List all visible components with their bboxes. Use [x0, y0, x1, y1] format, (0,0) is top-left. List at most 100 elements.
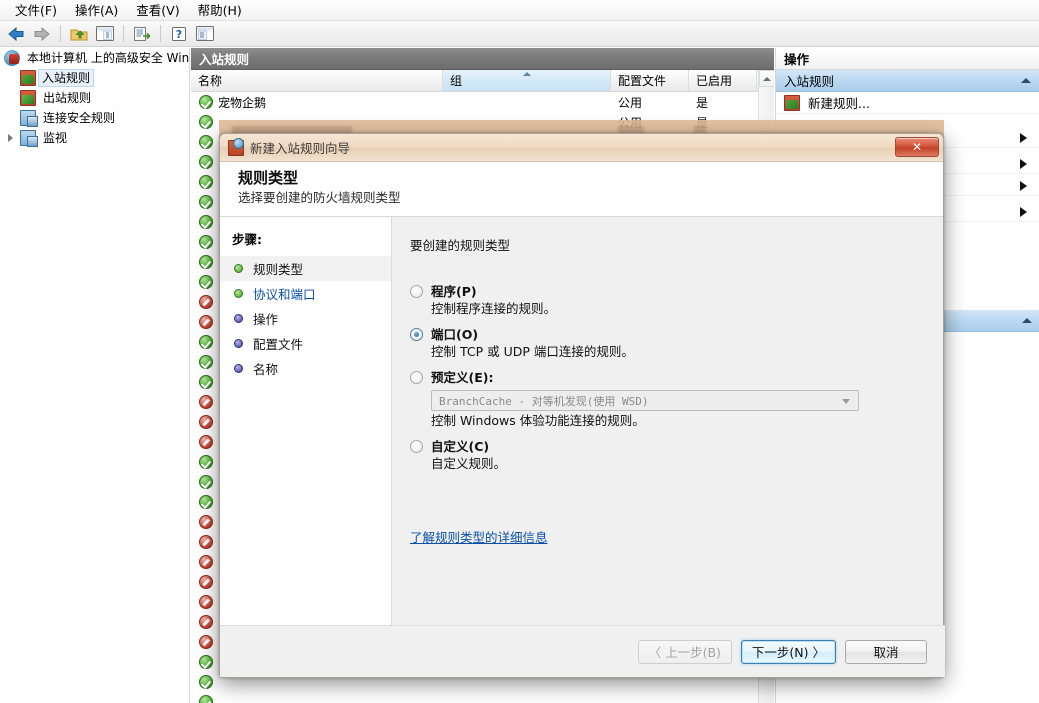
actions-pane-title: 操作	[776, 48, 1039, 70]
forward-arrow-icon[interactable]	[30, 23, 54, 45]
block-rule-icon	[199, 635, 213, 649]
column-header-profile[interactable]: 配置文件	[611, 70, 689, 91]
step-bullet-icon	[234, 339, 243, 348]
sidebar-item-monitoring[interactable]: 监视	[0, 128, 189, 148]
sidebar-item-connection-security-rules[interactable]: 连接安全规则	[0, 108, 189, 128]
rule-type-option-port[interactable]: 端口(O) 控制 TCP 或 UDP 端口连接的规则。	[410, 327, 923, 360]
wizard-content-pane: 要创建的规则类型 程序(P) 控制程序连接的规则。 端口(O) 控制 TCP 或…	[392, 217, 943, 677]
table-row[interactable]	[191, 692, 757, 703]
chevron-right-icon[interactable]	[1020, 132, 1027, 143]
allow-rule-icon	[199, 135, 213, 149]
chevron-right-icon[interactable]	[1020, 180, 1027, 191]
table-row[interactable]: 宠物企鹅 公用 是	[191, 92, 757, 112]
menu-file[interactable]: 文件(F)	[6, 1, 66, 20]
block-rule-icon	[199, 435, 213, 449]
column-header-group[interactable]: 组	[443, 70, 611, 91]
option-label: 自定义(C)	[431, 439, 490, 454]
block-rule-icon	[199, 615, 213, 629]
back-button[interactable]: 〈 上一步(B)	[637, 639, 732, 664]
menu-action[interactable]: 操作(A)	[66, 1, 127, 20]
radio-port[interactable]	[410, 328, 423, 341]
learn-more-link[interactable]: 了解规则类型的详细信息	[410, 527, 548, 546]
action-item-label: 新建规则...	[808, 96, 870, 111]
allow-rule-icon	[199, 275, 213, 289]
actions-group-inbound-rules[interactable]: 入站规则	[776, 70, 1039, 92]
allow-rule-icon	[199, 675, 213, 689]
chevron-up-icon[interactable]	[1021, 78, 1031, 83]
new-rule-icon	[784, 94, 800, 111]
column-header-name[interactable]: 名称	[191, 70, 443, 91]
radio-program[interactable]	[410, 285, 423, 298]
wizard-step-label: 配置文件	[253, 337, 304, 352]
cancel-button[interactable]: 取消	[845, 639, 927, 664]
sidebar-item-outbound-rules[interactable]: 出站规则	[0, 88, 189, 108]
chevron-right-icon[interactable]	[1020, 158, 1027, 169]
allow-rule-icon	[199, 695, 213, 703]
predefined-rule-select[interactable]: BranchCache - 对等机发现(使用 WSD)	[431, 390, 859, 411]
export-list-icon[interactable]	[130, 23, 154, 45]
allow-rule-icon	[199, 115, 213, 129]
chevron-up-icon[interactable]	[1022, 318, 1032, 323]
dialog-title: 新建入站规则向导	[250, 141, 351, 156]
connection-security-rules-icon	[20, 110, 38, 127]
option-description: 控制 TCP 或 UDP 端口连接的规则。	[431, 344, 634, 359]
step-bullet-icon	[234, 364, 243, 373]
wizard-step-label: 操作	[253, 312, 279, 327]
show-hide-action-pane-icon[interactable]	[193, 23, 217, 45]
cell-name	[191, 695, 443, 703]
wizard-icon	[228, 137, 244, 156]
next-button[interactable]: 下一步(N) 〉	[740, 639, 836, 664]
wizard-step-name[interactable]: 名称	[220, 356, 391, 381]
cell-enabled: 是	[696, 95, 709, 110]
action-item-new-rule[interactable]: 新建规则...	[776, 92, 1039, 114]
sidebar-item-inbound-rules[interactable]: 入站规则	[0, 68, 189, 88]
option-description: 控制程序连接的规则。	[431, 301, 557, 316]
option-label: 程序(P)	[431, 284, 477, 299]
wizard-step-profile[interactable]: 配置文件	[220, 331, 391, 356]
toolbar: ?	[0, 21, 1039, 47]
show-hide-console-tree-icon[interactable]	[93, 23, 117, 45]
close-button[interactable]: ✕	[895, 137, 939, 157]
radio-predefined[interactable]	[410, 371, 423, 384]
cell-name-text: 宠物企鹅	[218, 95, 267, 110]
sidebar-item-label: 监视	[43, 131, 68, 145]
allow-rule-icon	[199, 195, 213, 209]
rule-type-option-predefined[interactable]: 预定义(E): BranchCache - 对等机发现(使用 WSD) 控制 W…	[410, 370, 923, 429]
wizard-step-protocol-and-ports[interactable]: 协议和端口	[220, 281, 391, 306]
tree-root-node[interactable]: 本地计算机 上的高级安全 Win	[0, 48, 189, 68]
wizard-step-rule-type[interactable]: 规则类型	[220, 256, 391, 281]
rule-type-option-custom[interactable]: 自定义(C) 自定义规则。	[410, 439, 923, 472]
help-icon[interactable]: ?	[167, 23, 191, 45]
allow-rule-icon	[199, 355, 213, 369]
chevron-right-icon[interactable]	[1020, 206, 1027, 217]
radio-custom[interactable]	[410, 440, 423, 453]
rule-type-option-program[interactable]: 程序(P) 控制程序连接的规则。	[410, 284, 923, 317]
up-folder-icon[interactable]	[67, 23, 91, 45]
scroll-up-arrow-icon[interactable]	[759, 70, 774, 87]
sidebar-item-label: 连接安全规则	[43, 111, 116, 125]
predefined-rule-selected-value: BranchCache - 对等机发现(使用 WSD)	[439, 394, 649, 408]
allow-rule-icon	[199, 175, 213, 189]
svg-text:?: ?	[176, 28, 182, 41]
menu-view[interactable]: 查看(V)	[127, 1, 188, 20]
sidebar-item-label: 出站规则	[43, 91, 92, 105]
page-title: 规则类型	[238, 169, 299, 187]
back-arrow-icon[interactable]	[4, 23, 28, 45]
block-rule-icon	[199, 515, 213, 529]
wizard-step-action[interactable]: 操作	[220, 306, 391, 331]
dialog-title-bar[interactable]: 新建入站规则向导 ✕	[220, 134, 943, 162]
chevron-right-icon[interactable]	[6, 133, 16, 143]
toolbar-separator	[160, 25, 161, 42]
block-rule-icon	[199, 315, 213, 329]
rules-list-column-header: 名称 组 配置文件 已启用	[191, 70, 774, 92]
column-header-enabled[interactable]: 已启用	[689, 70, 757, 91]
content-title: 要创建的规则类型	[410, 238, 511, 253]
firewall-root-icon	[4, 50, 20, 66]
chevron-down-icon[interactable]	[842, 399, 850, 404]
inbound-rules-icon	[20, 70, 36, 86]
wizard-step-label: 名称	[253, 362, 279, 377]
menu-help[interactable]: 帮助(H)	[189, 1, 251, 20]
sidebar-item-label: 入站规则	[38, 69, 95, 87]
sort-ascending-icon	[522, 72, 531, 76]
wizard-step-label: 规则类型	[253, 262, 304, 277]
